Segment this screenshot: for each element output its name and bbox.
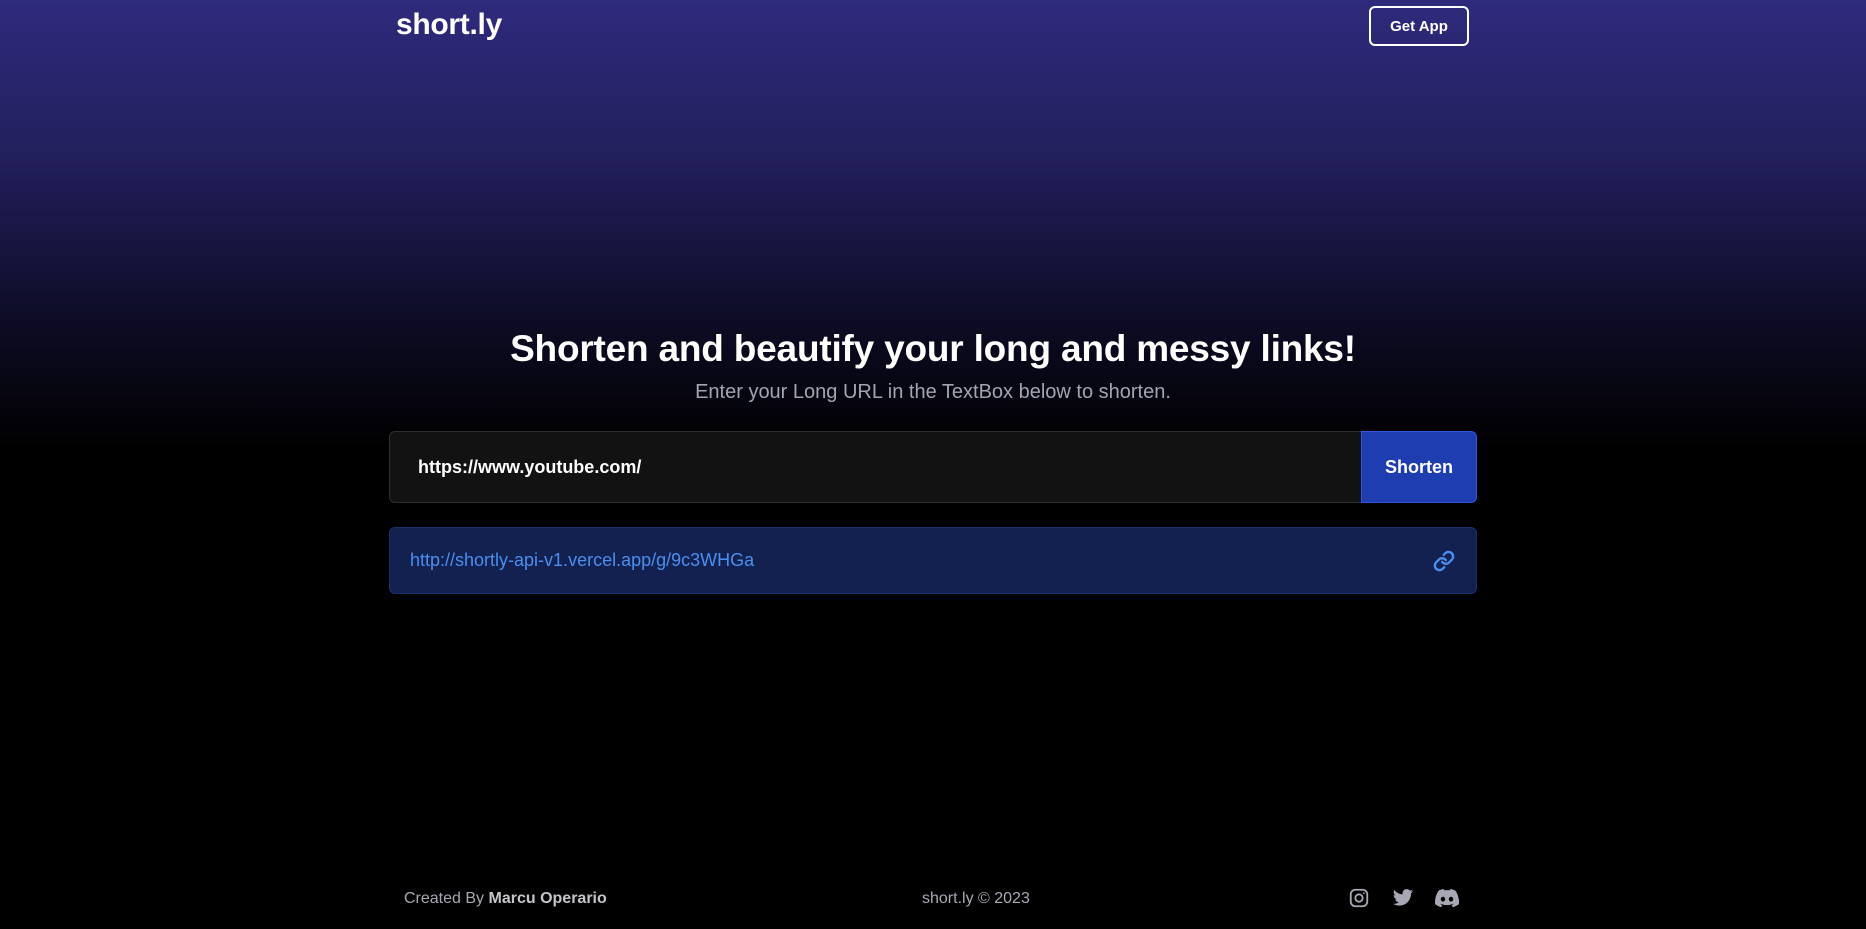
credit-prefix: Created By (404, 890, 485, 907)
copyright: short.ly © 2023 (922, 890, 1030, 907)
long-url-input[interactable] (389, 431, 1361, 503)
link-icon[interactable] (1432, 549, 1456, 573)
short-url-result: http://shortly-api-v1.vercel.app/g/9c3WH… (389, 527, 1477, 594)
credit: Created By Marcu Operario (404, 890, 607, 908)
url-form: Shorten (389, 431, 1477, 503)
twitter-icon[interactable] (1391, 886, 1415, 910)
get-app-button[interactable]: Get App (1369, 6, 1469, 46)
instagram-icon[interactable] (1347, 886, 1371, 910)
top-nav: short.ly Get App (0, 0, 1866, 56)
hero-subtitle: Enter your Long URL in the TextBox below… (695, 381, 1171, 403)
logo[interactable]: short.ly (396, 8, 502, 42)
social-links (1347, 886, 1459, 910)
discord-icon[interactable] (1435, 886, 1459, 910)
hero-title: Shorten and beautify your long and messy… (510, 328, 1356, 369)
shorten-button[interactable]: Shorten (1361, 431, 1477, 503)
footer: Created By Marcu Operario short.ly © 202… (0, 880, 1866, 920)
short-url-link[interactable]: http://shortly-api-v1.vercel.app/g/9c3WH… (410, 550, 754, 571)
author-name[interactable]: Marcu Operario (489, 890, 607, 907)
